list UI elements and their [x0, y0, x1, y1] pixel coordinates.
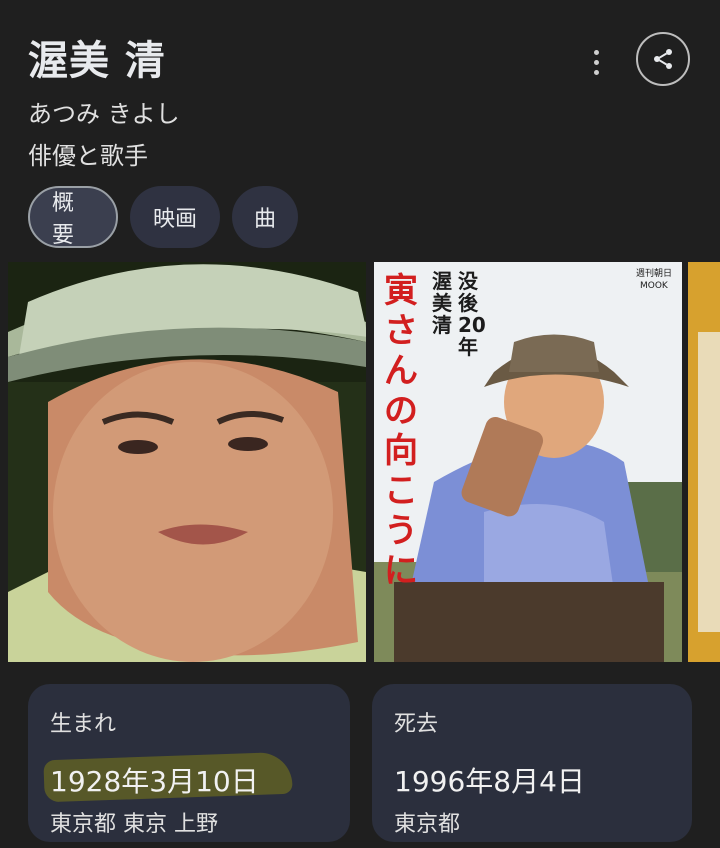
- svg-text:渥: 渥: [432, 269, 452, 293]
- svg-text:後: 後: [458, 291, 479, 315]
- svg-text:年: 年: [458, 335, 478, 359]
- born-date-row: 1928年3月10日: [43, 751, 328, 803]
- died-date: 1996年8月4日: [394, 765, 585, 798]
- book-cover-photo[interactable]: 寅 さ ん の 向 こ う に 渥 美 清 没 後 20 年 週刊朝日 MOOK: [374, 262, 682, 662]
- svg-text:の: の: [384, 391, 418, 431]
- died-card[interactable]: 死去 1996年8月4日 東京都: [372, 684, 692, 842]
- tab-songs[interactable]: 曲: [232, 186, 298, 248]
- svg-text:没: 没: [458, 269, 479, 293]
- entity-reading: あつみ きよし: [28, 100, 180, 128]
- died-place: 東京都: [394, 812, 461, 837]
- dot-icon: [593, 59, 599, 65]
- svg-text:ん: ん: [384, 351, 418, 391]
- portrait-illustration: [8, 262, 366, 662]
- svg-text:清: 清: [432, 313, 452, 337]
- more-options-button[interactable]: [576, 44, 616, 80]
- share-icon: [654, 49, 672, 69]
- portrait-photo[interactable]: [8, 262, 366, 662]
- tab-movies[interactable]: 映画: [130, 186, 220, 248]
- entity-description: 俳優と歌手: [28, 142, 148, 170]
- svg-text:こ: こ: [384, 471, 418, 511]
- svg-text:MOOK: MOOK: [640, 281, 669, 291]
- svg-text:20: 20: [458, 313, 486, 337]
- svg-text:向: 向: [384, 431, 418, 471]
- svg-text:さ: さ: [384, 311, 418, 351]
- svg-text:寅: 寅: [384, 271, 418, 311]
- dot-icon: [593, 49, 599, 55]
- third-photo[interactable]: [688, 262, 720, 662]
- svg-text:週刊朝日: 週刊朝日: [636, 267, 672, 279]
- svg-text:う: う: [384, 511, 418, 551]
- third-photo-illustration: [688, 262, 720, 662]
- image-carousel[interactable]: 寅 さ ん の 向 こ う に 渥 美 清 没 後 20 年 週刊朝日 MOOK: [8, 262, 720, 662]
- share-button[interactable]: [636, 32, 690, 86]
- born-label: 生まれ: [50, 712, 117, 737]
- svg-text:に: に: [384, 551, 418, 591]
- died-label: 死去: [394, 712, 439, 737]
- svg-text:美: 美: [432, 291, 453, 315]
- tab-bar: 概要 映画 曲: [28, 186, 298, 248]
- born-date: 1928年3月10日: [50, 765, 259, 798]
- entity-title: 渥美 清: [28, 38, 166, 84]
- born-place: 東京都 東京 上野: [50, 812, 218, 837]
- tab-overview[interactable]: 概要: [28, 186, 118, 248]
- dot-icon: [593, 69, 599, 75]
- born-card[interactable]: 生まれ 1928年3月10日 東京都 東京 上野: [28, 684, 350, 842]
- book-cover-illustration: 寅 さ ん の 向 こ う に 渥 美 清 没 後 20 年 週刊朝日 MOOK: [374, 262, 682, 662]
